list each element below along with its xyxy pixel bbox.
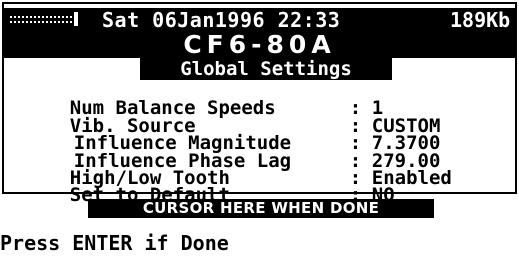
battery-icon — [10, 16, 72, 23]
setting-row-influence-magnitude[interactable]: Influence Magnitude:7.3700 — [28, 115, 441, 153]
setting-row-num-balance-speeds[interactable]: Num Balance Speeds:1 — [24, 80, 383, 118]
enter-prompt: Press ENTER if Done — [0, 231, 229, 255]
device-screen: Sat 06Jan1996 22:33 189Kb CF6-80A Global… — [0, 0, 519, 260]
status-storage: 189Kb — [450, 8, 511, 32]
screen-frame-right — [515, 2, 517, 194]
screen-title: Global Settings — [140, 58, 392, 80]
screen-frame-top — [2, 2, 517, 4]
status-datetime: Sat 06Jan1996 22:33 — [102, 8, 341, 32]
device-title: CF6-80A — [4, 32, 515, 58]
done-cursor-button[interactable]: CURSOR HERE WHEN DONE — [88, 199, 434, 218]
status-bar: Sat 06Jan1996 22:33 189Kb — [4, 8, 515, 32]
battery-cap — [74, 12, 78, 26]
setting-row-set-to-default[interactable]: Set to Default: NO — [24, 167, 395, 205]
